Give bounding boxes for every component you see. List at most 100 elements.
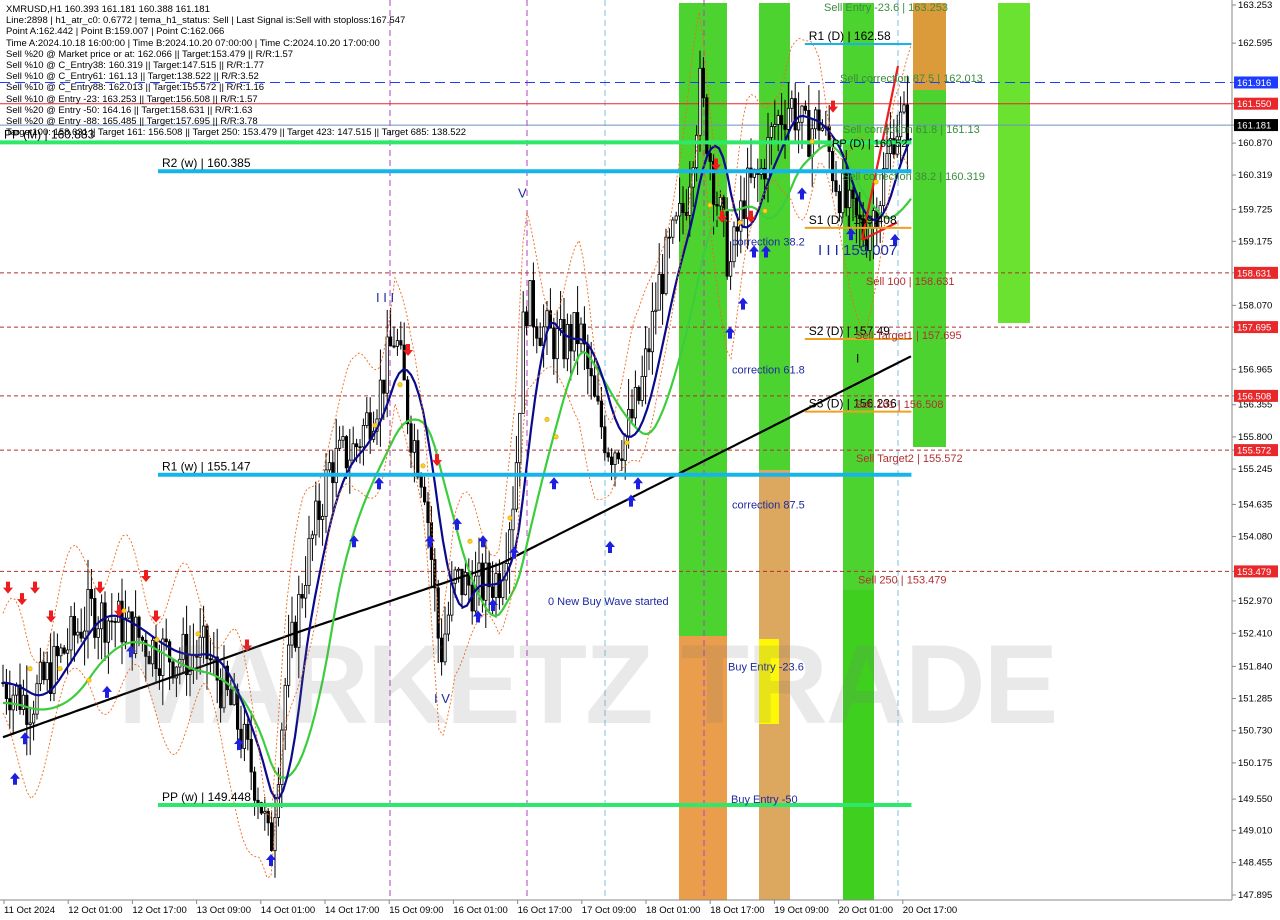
candle-body: [460, 568, 464, 596]
candle-body: [249, 738, 253, 773]
candle-body: [252, 771, 257, 801]
candle-body: [62, 647, 66, 654]
candle-body: [715, 204, 719, 207]
candle-body: [565, 324, 570, 360]
price-tag: 156.508: [1234, 389, 1278, 402]
price-tag: 161.181: [1234, 119, 1278, 132]
candle-body: [456, 568, 461, 571]
candle-body: [439, 637, 444, 663]
price-tag: 155.572: [1234, 444, 1278, 457]
price-tag-label: 155.572: [1237, 446, 1271, 457]
candle-body: [776, 115, 780, 125]
info-line: Sell %10 @ Entry -23: 163.253 || Target:…: [6, 93, 258, 105]
chart-annotation: Buy Entry -50: [731, 794, 798, 806]
signal-dot: [707, 202, 713, 208]
candle-body: [783, 124, 787, 130]
candle-body: [385, 336, 389, 394]
candle-body: [545, 310, 549, 328]
candle-body: [269, 822, 274, 852]
candle-body: [837, 191, 842, 214]
signal-dot: [27, 666, 33, 672]
chart-annotation: PP (D) | 160.52: [832, 138, 907, 150]
candle-body: [674, 215, 678, 221]
candle-body: [596, 395, 600, 402]
price-tag-label: 161.181: [1237, 121, 1271, 132]
y-tick-label: 150.730: [1238, 726, 1272, 737]
signal-dot: [624, 440, 630, 446]
candle-body: [555, 328, 559, 360]
candle-body: [589, 368, 593, 377]
pivot-level-label: S1 (D) | 159.408: [809, 213, 897, 227]
price-tag-label: 161.916: [1237, 78, 1271, 89]
sell-arrow-icon: [3, 581, 13, 594]
y-tick-label: 156.965: [1238, 364, 1272, 375]
x-tick-label: 18 Oct 01:00: [646, 905, 700, 916]
candle-body: [657, 273, 661, 311]
info-line: Point A:162.442 | Point B:159.007 | Poin…: [6, 26, 225, 38]
signal-dot: [544, 417, 550, 423]
candle-body: [307, 537, 311, 586]
candle-body: [181, 633, 185, 660]
candle-body: [409, 423, 413, 453]
x-tick-label: 15 Oct 09:00: [389, 905, 443, 916]
candle-body: [86, 589, 90, 632]
signal-dot: [372, 422, 378, 428]
candle-body: [603, 426, 607, 454]
buy-arrow-icon: [738, 297, 748, 310]
buy-arrow-icon: [473, 610, 483, 623]
candle-body: [620, 458, 624, 461]
candle-body: [797, 121, 801, 131]
candle-body: [681, 202, 685, 214]
x-tick-label: 16 Oct 01:00: [453, 905, 507, 916]
candle-body: [606, 452, 610, 458]
candle-body: [38, 661, 43, 685]
candle-body: [521, 311, 525, 414]
candle-body: [559, 319, 563, 329]
candle-body: [32, 713, 36, 724]
x-tick-label: 20 Oct 01:00: [839, 905, 893, 916]
signal-dot: [553, 434, 559, 440]
chart-annotation: V: [518, 186, 527, 201]
candle-body: [552, 327, 556, 360]
candle-body: [599, 400, 604, 428]
sell-arrow-icon: [17, 593, 27, 606]
sell-arrow-icon: [46, 610, 56, 623]
signal-dot: [57, 666, 63, 672]
candle-body: [848, 189, 852, 209]
pivot-level-label: R2 (w) | 160.385: [162, 156, 251, 170]
candle-body: [147, 655, 151, 665]
info-line: Sell %10 @ C_Entry61: 161.13 || Target:1…: [6, 71, 259, 83]
chart-annotation: Sell correction 61.8 | 161.13: [843, 124, 980, 136]
y-tick-label: 163.253: [1238, 0, 1272, 11]
candle-body: [201, 625, 206, 638]
price-tag-label: 156.508: [1237, 391, 1271, 402]
info-line: Sell %10 @ C_Entry38: 160.319 || Target:…: [6, 60, 265, 71]
candle-body: [382, 379, 386, 394]
candle-body: [324, 469, 328, 517]
candle-body: [684, 212, 689, 216]
candle-body: [678, 202, 682, 217]
candle-body: [378, 379, 383, 420]
chart-annotation: Sell 100 | 158.631: [866, 276, 954, 288]
chart-annotation: correction 38.2: [732, 236, 805, 248]
candle-body: [769, 126, 774, 138]
info-line: Sell %20 @ Entry -50: 164.16 || Target:1…: [6, 104, 253, 116]
candle-body: [525, 311, 529, 327]
chart-annotation: correction 61.8: [732, 364, 805, 376]
y-tick-label: 155.245: [1238, 464, 1272, 475]
candle-body: [610, 456, 614, 466]
price-tag-label: 153.479: [1237, 567, 1271, 578]
buy-arrow-icon: [10, 772, 20, 785]
y-tick-label: 152.410: [1238, 628, 1272, 639]
candle-body: [616, 452, 621, 460]
candle-body: [351, 443, 355, 461]
y-tick-label: 158.070: [1238, 300, 1272, 311]
candle-body: [110, 620, 114, 623]
candle-body: [705, 97, 709, 154]
candle-body: [773, 124, 777, 127]
candle-body: [167, 641, 172, 663]
sell-arrow-icon: [151, 610, 161, 623]
candle-body: [157, 668, 161, 676]
signal-dot: [195, 631, 201, 637]
y-tick-label: 154.635: [1238, 499, 1272, 510]
